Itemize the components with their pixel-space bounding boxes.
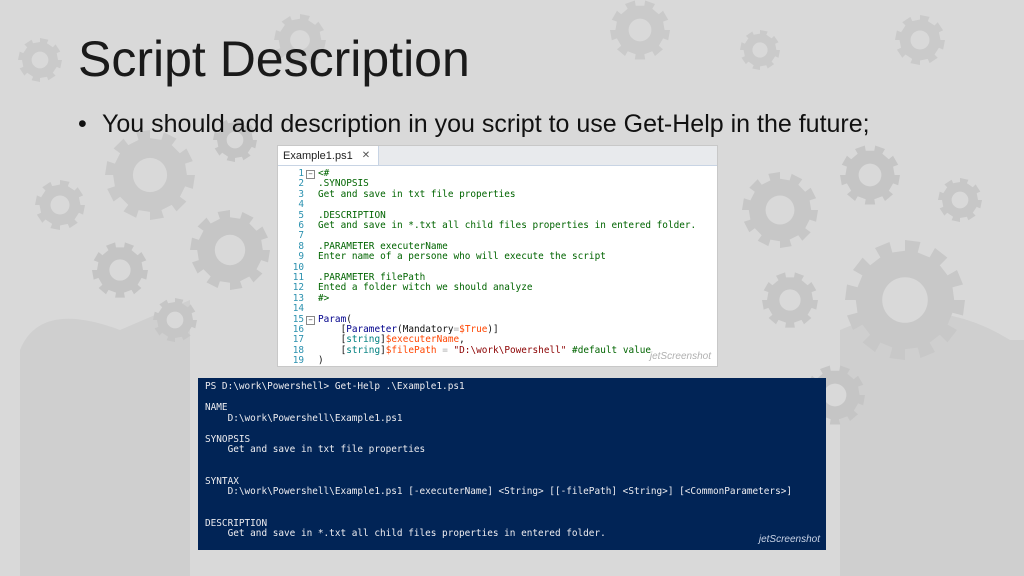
console-line: NAME (205, 402, 228, 413)
code-line: 9 Enter name of a persone who will execut… (278, 251, 717, 263)
gear-icon (610, 0, 670, 60)
gear-icon (18, 38, 62, 82)
gear-icon (840, 145, 900, 205)
fold-toggle-icon[interactable]: − (306, 315, 315, 325)
gear-icon (740, 30, 780, 70)
code-text: Enter name of a persone who will execute… (318, 251, 606, 263)
script-editor: Example1.ps1 ✕ 1− <# 2 .SYNOPSIS 3 Get and sa… (277, 145, 718, 367)
code-area[interactable]: 1− <# 2 .SYNOPSIS 3 Get and save in txt file … (278, 166, 717, 366)
powershell-console[interactable]: jetScreenshot PS D:\work\Powershell> Get… (198, 378, 826, 550)
code-line: 3 Get and save in txt file properties (278, 188, 717, 200)
editor-tab-bar: Example1.ps1 ✕ (278, 146, 717, 166)
console-line: Get and save in *.txt all child files pr… (205, 528, 606, 539)
code-line: 12 Ented a folder witch we should analyze (278, 282, 717, 294)
watermark-editor: jetScreenshot (649, 351, 711, 362)
gear-icon (105, 130, 195, 220)
console-line: Get and save in txt file properties (205, 444, 426, 455)
bullet-label: You should add description in you script… (102, 110, 870, 138)
code-text: Ented a folder witch we should analyze (318, 282, 533, 294)
bullet-symbol: • (78, 110, 87, 138)
code-line: 6 Get and save in *.txt all child files p… (278, 220, 717, 231)
slide-title: Script Description (78, 31, 470, 87)
code-text: Get and save in txt file properties (318, 188, 516, 200)
code-text: ) (318, 355, 324, 367)
console-line: PS D:\work\Powershell> Get-Help .\Exampl… (205, 381, 465, 392)
code-text: [string]$filePath = "D:\work\Powershell"… (318, 344, 652, 356)
bullet-text: • You should add description in you scrip… (78, 110, 870, 139)
console-line: D:\work\Powershell\Example1.ps1 [-execut… (205, 486, 792, 497)
code-text: #> (318, 292, 330, 304)
gear-icon (190, 210, 270, 290)
gear-icon (762, 272, 818, 328)
tab-example1-ps1[interactable]: Example1.ps1 ✕ (278, 146, 380, 165)
gear-icon (938, 178, 982, 222)
gear-icon (92, 242, 148, 298)
line-number: 19 (292, 355, 304, 367)
code-text: Get and save in *.txt all child files pr… (318, 220, 697, 231)
console-line: D:\work\Powershell\Example1.ps1 (205, 412, 403, 424)
tab-label: Example1.ps1 (283, 149, 353, 162)
gear-icon (895, 15, 945, 65)
close-icon[interactable]: ✕ (362, 150, 370, 161)
fold-toggle-icon[interactable]: − (306, 170, 315, 179)
watermark-console: jetScreenshot (758, 534, 820, 545)
gear-icon (35, 180, 85, 230)
gear-icon (742, 172, 818, 248)
code-line: 13 #> (278, 292, 717, 304)
